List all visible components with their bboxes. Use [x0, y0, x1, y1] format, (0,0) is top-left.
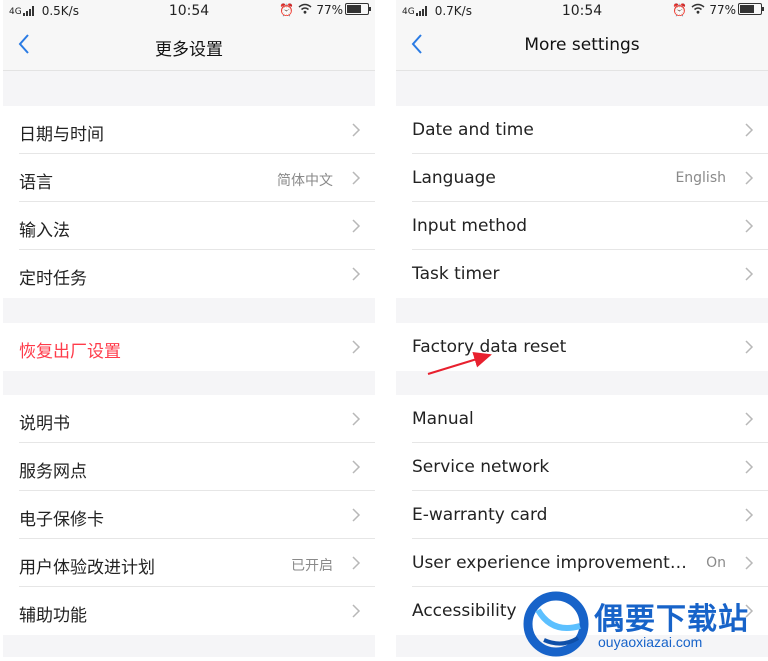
status-bar: 4G 0.5K/s 10:54 ⏰ 77%	[3, 0, 375, 22]
chevron-right-icon	[352, 219, 361, 233]
battery-percent: 77%	[316, 3, 343, 17]
settings-row[interactable]: 输入法	[3, 202, 375, 250]
settings-row-label: 服务网点	[19, 462, 87, 482]
annotation-arrow-icon	[427, 352, 492, 375]
page-title: 更多设置	[155, 40, 223, 60]
wifi-icon	[298, 3, 312, 17]
title-bar: 更多设置	[3, 22, 375, 71]
battery-icon	[345, 3, 371, 15]
settings-row[interactable]: 电子保修卡	[3, 491, 375, 539]
settings-row-label: 语言	[19, 173, 53, 193]
settings-row[interactable]: 语言 简体中文	[3, 154, 375, 202]
settings-row-label: 日期与时间	[19, 125, 104, 145]
settings-row[interactable]: 辅助功能	[3, 587, 375, 635]
chevron-right-icon	[352, 171, 361, 185]
settings-row-label: 辅助功能	[19, 606, 87, 626]
settings-row-value: 已开启	[291, 558, 333, 574]
chevron-right-icon	[352, 340, 361, 354]
settings-row-label: 定时任务	[19, 269, 87, 289]
alarm-icon: ⏰	[279, 3, 295, 17]
settings-row[interactable]: 恢复出厂设置	[3, 323, 375, 371]
settings-group-general: 日期与时间语言 简体中文输入法定时任务	[3, 106, 375, 298]
settings-row-label: 说明书	[19, 414, 70, 434]
settings-group-support: 说明书服务网点电子保修卡用户体验改进计划 已开启辅助功能	[3, 395, 375, 635]
settings-row[interactable]: 用户体验改进计划 已开启	[3, 539, 375, 587]
chevron-right-icon	[352, 508, 361, 522]
settings-row[interactable]: 日期与时间	[3, 106, 375, 154]
settings-row[interactable]: 服务网点	[3, 443, 375, 491]
chevron-right-icon	[352, 460, 361, 474]
chevron-right-icon	[352, 267, 361, 281]
chevron-right-icon	[352, 604, 361, 618]
settings-row[interactable]: 定时任务	[3, 250, 375, 298]
phone-screen-english: 4G 0.7K/s 10:54 ⏰ 77% More settings Date …	[396, 0, 768, 657]
settings-row-label: 用户体验改进计划	[19, 558, 155, 578]
site-watermark: 偶要下载站 ouyaoxiazai.com	[522, 590, 768, 657]
settings-row-value: 简体中文	[277, 173, 333, 189]
watermark-text: 偶要下载站	[594, 602, 749, 637]
site-logo-icon	[523, 591, 589, 657]
watermark-url: ouyaoxiazai.com	[598, 634, 703, 650]
chevron-right-icon	[352, 412, 361, 426]
settings-row-label: 恢复出厂设置	[19, 342, 121, 362]
settings-row-label: 电子保修卡	[19, 510, 104, 530]
chevron-right-icon	[352, 556, 361, 570]
phone-screen-chinese: 4G 0.5K/s 10:54 ⏰ 77% 更多设置 日期与时间语言 简体中文输入法…	[3, 0, 375, 657]
settings-row[interactable]: 说明书	[3, 395, 375, 443]
settings-group-reset: 恢复出厂设置	[3, 323, 375, 371]
settings-row-label: 输入法	[19, 221, 70, 241]
chevron-right-icon	[352, 123, 361, 137]
